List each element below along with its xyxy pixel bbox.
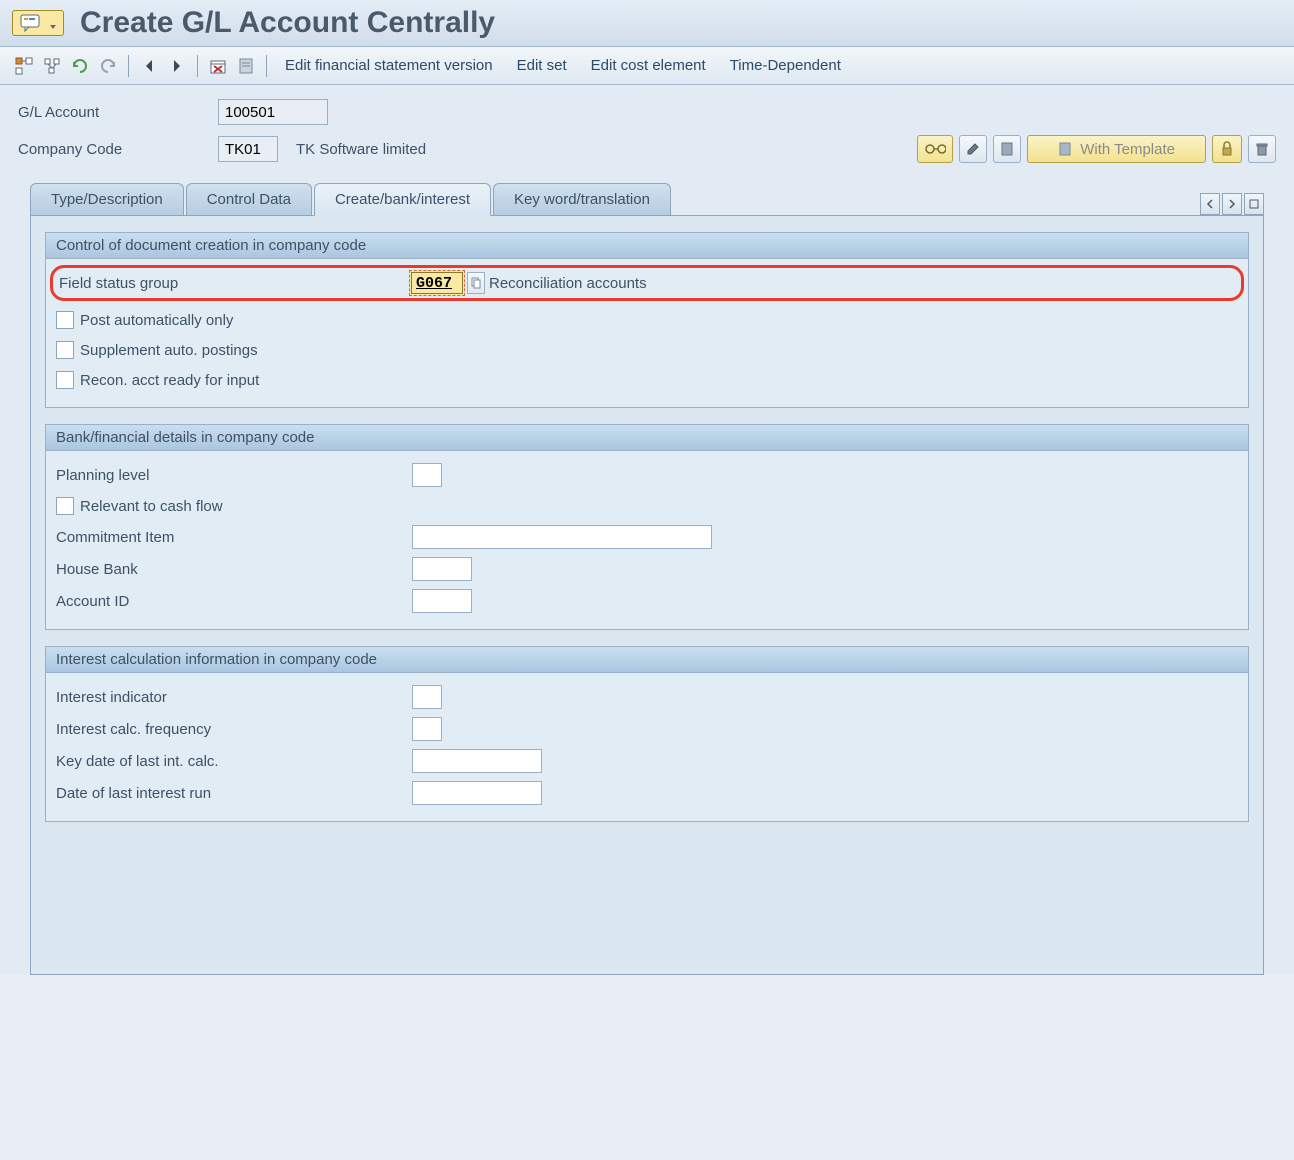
lock-icon: [1220, 141, 1234, 157]
tab-scroll-left[interactable]: [1200, 193, 1220, 215]
supplement-checkbox[interactable]: [56, 341, 74, 359]
relevant-cashflow-label: Relevant to cash flow: [80, 498, 223, 515]
tab-strip: Type/Description Control Data Create/ban…: [30, 183, 1264, 215]
group-interest-calc: Interest calculation information in comp…: [45, 646, 1249, 822]
page-icon: [999, 141, 1015, 157]
template-icon: [1058, 141, 1072, 157]
lock-button[interactable]: [1212, 135, 1242, 163]
group-bank-financial: Bank/financial details in company code P…: [45, 424, 1249, 630]
separator: [128, 55, 129, 77]
key-date-input[interactable]: [412, 749, 542, 773]
edit-button[interactable]: [959, 135, 987, 163]
dropdown-icon: [49, 15, 57, 31]
supplement-label: Supplement auto. postings: [80, 342, 258, 359]
field-status-group-f4[interactable]: [467, 272, 485, 294]
recon-ready-label: Recon. acct ready for input: [80, 372, 259, 389]
tab-create-bank-interest[interactable]: Create/bank/interest: [314, 183, 491, 216]
interest-freq-label: Interest calc. frequency: [56, 721, 406, 738]
title-bar: Create G/L Account Centrally: [0, 0, 1294, 47]
group-control-document-header: Control of document creation in company …: [46, 233, 1248, 259]
tab-control-data[interactable]: Control Data: [186, 183, 312, 215]
trash-button[interactable]: [1248, 135, 1276, 163]
gl-account-input[interactable]: [218, 99, 328, 125]
date-last-run-input[interactable]: [412, 781, 542, 805]
hierarchy-icon[interactable]: [12, 54, 36, 78]
separator: [197, 55, 198, 77]
chevron-left-icon: [1206, 199, 1214, 209]
new-button[interactable]: [993, 135, 1021, 163]
tab-body: Control of document creation in company …: [30, 215, 1264, 975]
next-icon[interactable]: [165, 54, 189, 78]
planning-level-input[interactable]: [412, 463, 442, 487]
house-bank-input[interactable]: [412, 557, 472, 581]
time-dependent-link[interactable]: Time-Dependent: [720, 53, 851, 78]
document-icon[interactable]: [234, 54, 258, 78]
app-toolbar: Edit financial statement version Edit se…: [0, 47, 1294, 85]
tab-container: Type/Description Control Data Create/ban…: [0, 183, 1294, 975]
delete-date-icon[interactable]: [206, 54, 230, 78]
speech-bubble-icon: [19, 13, 47, 33]
edit-set-link[interactable]: Edit set: [507, 53, 577, 78]
tab-scroll-right[interactable]: [1222, 193, 1242, 215]
list-icon: [1249, 199, 1259, 209]
account-id-input[interactable]: [412, 589, 472, 613]
edit-cost-element-link[interactable]: Edit cost element: [581, 53, 716, 78]
glasses-button[interactable]: [917, 135, 953, 163]
commitment-item-label: Commitment Item: [56, 529, 406, 546]
structure-icon[interactable]: [40, 54, 64, 78]
house-bank-label: House Bank: [56, 561, 406, 578]
prev-icon[interactable]: [137, 54, 161, 78]
tab-type-description[interactable]: Type/Description: [30, 183, 184, 215]
pencil-icon: [965, 141, 981, 157]
edit-financial-statement-link[interactable]: Edit financial statement version: [275, 53, 503, 78]
tab-list-button[interactable]: [1244, 193, 1264, 215]
field-status-group-desc: Reconciliation accounts: [489, 275, 647, 292]
post-auto-label: Post automatically only: [80, 312, 233, 329]
redo-icon[interactable]: [96, 54, 120, 78]
header-area: G/L Account Company Code TK Software lim…: [0, 85, 1294, 183]
planning-level-label: Planning level: [56, 467, 406, 484]
relevant-cashflow-checkbox[interactable]: [56, 497, 74, 515]
undo-icon[interactable]: [68, 54, 92, 78]
post-auto-checkbox[interactable]: [56, 311, 74, 329]
page-title: Create G/L Account Centrally: [80, 6, 495, 40]
group-interest-calc-header: Interest calculation information in comp…: [46, 647, 1248, 673]
with-template-button[interactable]: With Template: [1027, 135, 1206, 163]
separator: [266, 55, 267, 77]
key-date-label: Key date of last int. calc.: [56, 753, 406, 770]
with-template-label: With Template: [1080, 141, 1175, 158]
trash-icon: [1255, 141, 1269, 157]
gl-account-label: G/L Account: [18, 104, 208, 121]
field-status-group-highlight: Field status group Reconciliation accoun…: [50, 265, 1244, 301]
commitment-item-input[interactable]: [412, 525, 712, 549]
chevron-right-icon: [1228, 199, 1236, 209]
glasses-icon: [924, 142, 946, 156]
group-bank-financial-header: Bank/financial details in company code: [46, 425, 1248, 451]
account-id-label: Account ID: [56, 593, 406, 610]
recon-ready-checkbox[interactable]: [56, 371, 74, 389]
date-last-run-label: Date of last interest run: [56, 785, 406, 802]
search-help-icon: [471, 277, 481, 289]
tab-scroll: [1200, 193, 1264, 215]
app-icon[interactable]: [12, 10, 64, 36]
field-status-group-input[interactable]: [411, 272, 463, 294]
group-control-document: Control of document creation in company …: [45, 232, 1249, 408]
interest-freq-input[interactable]: [412, 717, 442, 741]
company-code-input[interactable]: [218, 136, 278, 162]
company-code-desc: TK Software limited: [296, 141, 426, 158]
interest-indicator-label: Interest indicator: [56, 689, 406, 706]
interest-indicator-input[interactable]: [412, 685, 442, 709]
company-code-label: Company Code: [18, 141, 208, 158]
tab-keyword-translation[interactable]: Key word/translation: [493, 183, 671, 215]
field-status-group-label: Field status group: [59, 275, 409, 292]
